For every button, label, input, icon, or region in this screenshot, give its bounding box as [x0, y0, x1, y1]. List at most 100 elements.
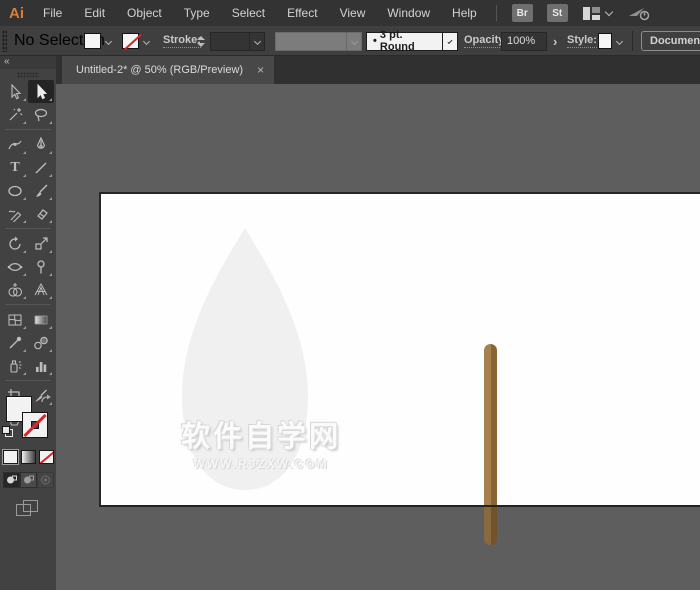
color-button[interactable]	[2, 449, 19, 465]
menu-edit[interactable]: Edit	[73, 0, 116, 26]
brush-name: 3 pt. Round	[379, 29, 415, 53]
step-up-icon[interactable]	[197, 35, 205, 40]
paint-style-buttons	[2, 449, 54, 465]
artboard-edge-bottom	[99, 505, 700, 507]
chevron-down-icon[interactable]	[104, 37, 113, 45]
lasso-tool[interactable]	[28, 103, 54, 126]
paintbrush-tool[interactable]	[28, 179, 54, 202]
drawing-mode-buttons	[3, 472, 54, 488]
chevron-down-icon[interactable]	[253, 37, 261, 45]
eyedropper-tool[interactable]	[2, 331, 28, 354]
workspace-switcher[interactable]	[582, 6, 613, 20]
perspective-grid-tool[interactable]	[28, 278, 54, 301]
control-bar-grip[interactable]	[2, 30, 7, 52]
stroke-color-control[interactable]	[122, 26, 154, 55]
tools-panel: « T	[0, 56, 56, 590]
stroke-weight-value[interactable]	[210, 31, 250, 51]
swap-fill-stroke-icon[interactable]	[40, 394, 52, 404]
gradient-tool[interactable]	[28, 308, 54, 331]
type-tool[interactable]: T	[2, 156, 28, 179]
stroke-weight-stepper[interactable]	[197, 26, 207, 55]
opacity-value[interactable]: 100%	[501, 31, 547, 51]
menu-help[interactable]: Help	[441, 0, 488, 26]
tools-divider	[2, 126, 54, 133]
draw-normal-button[interactable]	[3, 472, 20, 488]
draw-behind-button[interactable]	[20, 472, 37, 488]
shaper-tool[interactable]	[2, 202, 28, 225]
tools-divider	[2, 225, 54, 232]
menu-separator	[495, 5, 497, 21]
line-segment-tool[interactable]	[28, 156, 54, 179]
menu-view[interactable]: View	[329, 0, 377, 26]
puppet-warp-tool[interactable]	[28, 255, 54, 278]
width-profile-dropdown	[275, 26, 362, 55]
menu-type[interactable]: Type	[173, 0, 221, 26]
chevron-down-icon[interactable]	[615, 37, 624, 45]
separator	[632, 31, 633, 51]
column-graph-tool[interactable]	[28, 354, 54, 377]
workspace-switcher-icon	[582, 6, 600, 20]
menu-select[interactable]: Select	[221, 0, 276, 26]
direct-selection-tool[interactable]	[28, 80, 54, 103]
document-tab-bar: Untitled-2* @ 50% (RGB/Preview) ×	[56, 56, 700, 84]
shape-builder-tool[interactable]	[2, 278, 28, 301]
opacity-expand-button[interactable]: ›	[549, 26, 561, 55]
stroke-label[interactable]: Stroke:	[163, 34, 201, 48]
selection-tool[interactable]	[2, 80, 28, 103]
menu-window[interactable]: Window	[376, 0, 441, 26]
eraser-tool[interactable]	[28, 202, 54, 225]
fill-color-control[interactable]	[84, 26, 116, 55]
sync-disabled-icon[interactable]	[628, 6, 650, 21]
style-swatch[interactable]	[598, 33, 612, 49]
stroke-swatch-none[interactable]	[122, 33, 142, 51]
pen-tool[interactable]	[28, 133, 54, 156]
opacity-field[interactable]: 100%	[501, 26, 547, 55]
menu-bar: Ai File Edit Object Type Select Effect V…	[0, 0, 700, 26]
ellipse-tool[interactable]	[2, 179, 28, 202]
width-tool[interactable]	[2, 255, 28, 278]
rotate-tool[interactable]	[2, 232, 28, 255]
menu-file[interactable]: File	[32, 0, 73, 26]
fill-stroke-indicator	[0, 392, 56, 450]
chevron-down-icon[interactable]	[447, 38, 453, 44]
magic-wand-tool[interactable]	[2, 103, 28, 126]
stick-shade	[484, 507, 497, 545]
gradient-button[interactable]	[21, 450, 36, 464]
document-tab[interactable]: Untitled-2* @ 50% (RGB/Preview) ×	[62, 56, 275, 84]
symbol-sprayer-tool[interactable]	[2, 354, 28, 377]
brush-definition-dropdown[interactable]: • 3 pt. Round	[366, 26, 458, 55]
mesh-tool[interactable]	[2, 308, 28, 331]
bridge-button[interactable]: Br	[511, 4, 533, 22]
stroke-weight-dropdown[interactable]	[210, 26, 265, 55]
menu-object[interactable]: Object	[116, 0, 173, 26]
style-dropdown[interactable]	[598, 26, 627, 55]
stroke-color-box[interactable]	[22, 412, 48, 438]
illustrator-logo: Ai	[9, 4, 24, 22]
blend-tool[interactable]	[28, 331, 54, 354]
none-slash-icon	[23, 413, 47, 438]
scale-tool[interactable]	[28, 232, 54, 255]
width-profile-value	[275, 31, 347, 51]
curvature-tool[interactable]	[2, 133, 28, 156]
draw-inside-button	[37, 472, 54, 488]
tab-close-icon[interactable]: ×	[257, 64, 264, 76]
tools-collapse-button[interactable]: «	[0, 56, 56, 69]
artboard-edge-left	[99, 192, 101, 507]
document-setup-button[interactable]: Document Setu	[641, 26, 700, 55]
brush-preview-dot: •	[373, 35, 377, 47]
chevron-down-icon[interactable]	[142, 37, 151, 45]
tools-divider	[2, 377, 54, 384]
illustrator-window: Ai File Edit Object Type Select Effect V…	[0, 0, 700, 590]
document-canvas[interactable]: 软件自学网 WWW.RJZXW.COM	[56, 84, 700, 590]
default-fill-stroke-icon[interactable]	[2, 426, 14, 438]
none-button[interactable]	[39, 450, 54, 464]
style-label[interactable]: Style:	[567, 34, 597, 48]
fill-swatch[interactable]	[84, 33, 101, 49]
change-screen-mode-button[interactable]	[16, 500, 40, 518]
watermark: 软件自学网 WWW.RJZXW.COM	[156, 413, 366, 471]
stock-button[interactable]: St	[546, 4, 568, 22]
tools-grip[interactable]	[17, 72, 39, 78]
menu-effect[interactable]: Effect	[276, 0, 328, 26]
artboard-edge-top	[99, 192, 700, 194]
step-down-icon[interactable]	[197, 42, 205, 47]
